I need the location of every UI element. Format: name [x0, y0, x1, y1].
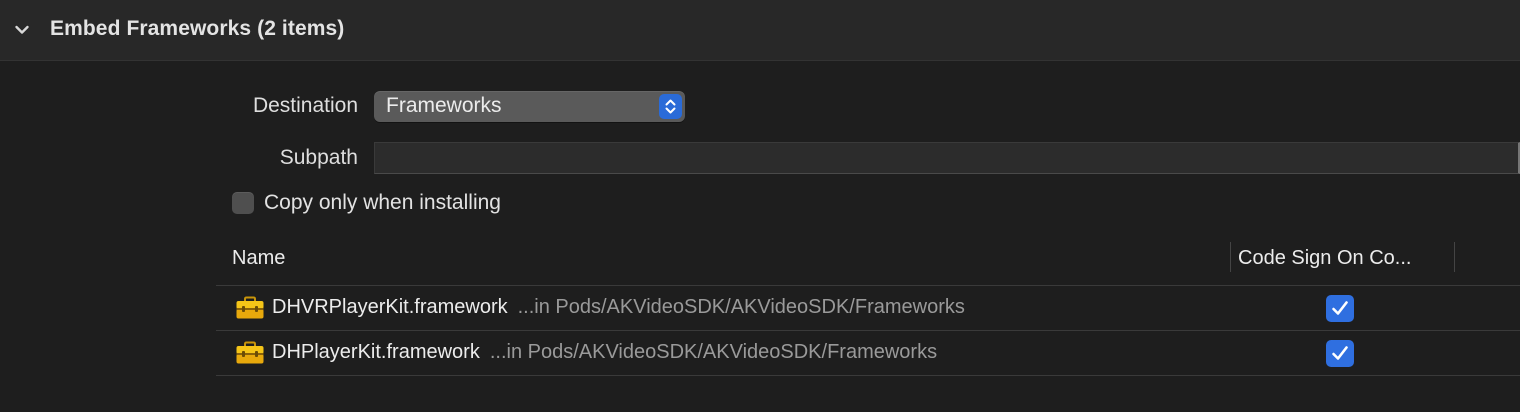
copy-only-label: Copy only when installing	[264, 191, 501, 214]
table-row[interactable]: DHVRPlayerKit.framework ...in Pods/AKVide…	[216, 286, 1520, 331]
framework-name: DHPlayerKit.framework	[272, 341, 480, 363]
copy-only-option[interactable]: Copy only when installing	[232, 190, 501, 216]
framework-name: DHVRPlayerKit.framework	[272, 296, 508, 318]
frameworks-table: Name Code Sign On Co... DHVRPlayerKit.fr…	[216, 240, 1520, 376]
toolbox-icon	[236, 296, 264, 319]
chevron-down-icon[interactable]	[14, 22, 30, 38]
column-divider[interactable]	[1454, 242, 1455, 272]
table-row[interactable]: DHPlayerKit.framework ...in Pods/AKVideoS…	[216, 331, 1520, 376]
checkmark-icon	[1332, 301, 1348, 315]
section-title: Embed Frameworks (2 items)	[50, 17, 345, 40]
row-text: DHVRPlayerKit.framework ...in Pods/AKVide…	[272, 296, 965, 319]
up-down-chevrons-icon	[665, 99, 676, 114]
table-header: Name Code Sign On Co...	[216, 240, 1520, 286]
code-sign-checkbox[interactable]	[1326, 340, 1354, 367]
row-text: DHPlayerKit.framework ...in Pods/AKVideoS…	[272, 341, 937, 364]
destination-label: Destination	[252, 94, 358, 117]
destination-value: Frameworks	[386, 94, 502, 117]
section-header[interactable]: Embed Frameworks (2 items)	[0, 0, 1520, 61]
code-sign-checkbox[interactable]	[1326, 295, 1354, 322]
subpath-label: Subpath	[279, 146, 358, 169]
toolbox-icon	[236, 341, 264, 364]
column-divider[interactable]	[1230, 242, 1231, 272]
framework-path: ...in Pods/AKVideoSDK/AKVideoSDK/Framewo…	[489, 341, 938, 363]
subpath-field[interactable]	[374, 142, 1520, 174]
framework-path: ...in Pods/AKVideoSDK/AKVideoSDK/Framewo…	[517, 296, 965, 318]
column-header-code-sign[interactable]: Code Sign On Co...	[1238, 247, 1411, 270]
popup-stepper	[659, 94, 682, 119]
copy-only-checkbox[interactable]	[232, 192, 254, 214]
destination-popup[interactable]: Frameworks	[374, 91, 685, 122]
build-phase-panel: Embed Frameworks (2 items) Destination F…	[0, 0, 1520, 412]
checkmark-icon	[1332, 346, 1348, 360]
column-header-name[interactable]: Name	[232, 247, 285, 270]
